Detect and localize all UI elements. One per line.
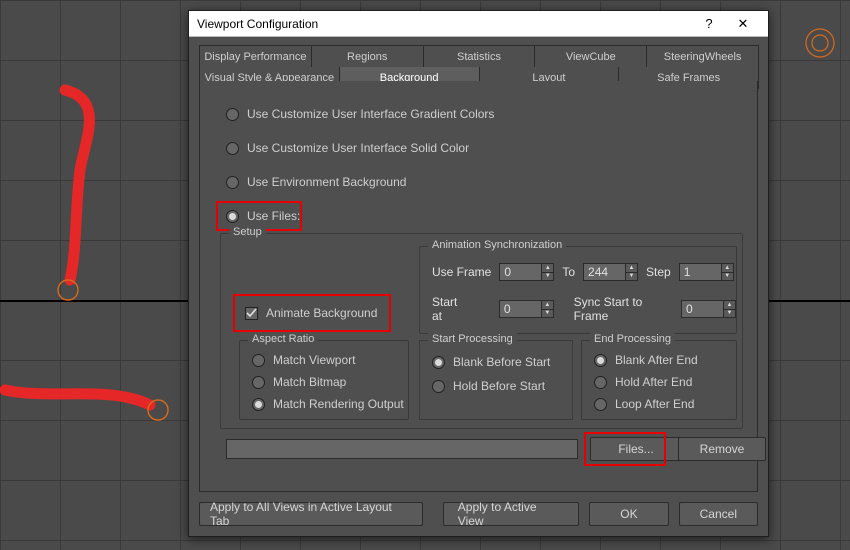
remove-button[interactable]: Remove — [678, 437, 766, 461]
spinner-step[interactable]: ▲▼ — [679, 263, 734, 281]
radio-use-gradient[interactable]: Use Customize User Interface Gradient Co… — [226, 107, 494, 122]
radio-dot — [226, 176, 239, 189]
radio-label: Use Customize User Interface Gradient Co… — [247, 107, 494, 122]
spinner-use-frame-from[interactable]: ▲▼ — [499, 263, 554, 281]
files-button[interactable]: Files... — [590, 437, 682, 461]
spinner-up[interactable]: ▲ — [723, 300, 736, 309]
tab-regions[interactable]: Regions — [311, 45, 424, 67]
spinner-input[interactable] — [583, 263, 625, 281]
radio-hold-after-end[interactable]: Hold After End — [594, 375, 692, 390]
radio-label: Use Customize User Interface Solid Color — [247, 141, 469, 156]
spinner-input[interactable] — [679, 263, 721, 281]
radio-label: Match Rendering Output — [273, 397, 404, 412]
radio-label: Use Environment Background — [247, 175, 406, 190]
label: Start at — [432, 295, 468, 323]
radio-label: Blank After End — [615, 353, 698, 368]
label: Step — [646, 265, 671, 279]
radio-label: Match Bitmap — [273, 375, 346, 390]
group-setup: Setup Animate Background Aspect Ratio Ma… — [220, 233, 743, 429]
radio-dot — [252, 398, 265, 411]
radio-label: Hold Before Start — [453, 379, 545, 394]
help-button[interactable]: ? — [692, 11, 726, 36]
radio-dot — [252, 354, 265, 367]
spinner-down[interactable]: ▼ — [541, 309, 554, 319]
radio-use-solid[interactable]: Use Customize User Interface Solid Color — [226, 141, 469, 156]
group-legend: End Processing — [590, 333, 675, 345]
spinner-up[interactable]: ▲ — [721, 263, 734, 272]
group-aspect-ratio: Aspect Ratio Match Viewport Match Bitmap… — [239, 340, 409, 420]
radio-blank-before-start[interactable]: Blank Before Start — [432, 355, 550, 370]
radio-dot — [594, 354, 607, 367]
spinner-start-at[interactable]: ▲▼ — [499, 300, 554, 318]
radio-dot — [594, 398, 607, 411]
ok-button[interactable]: OK — [589, 502, 668, 526]
close-button[interactable]: ✕ — [726, 11, 760, 36]
spinner-sync-start[interactable]: ▲▼ — [681, 300, 736, 318]
apply-all-views-button[interactable]: Apply to All Views in Active Layout Tab — [199, 502, 423, 526]
radio-match-rendering[interactable]: Match Rendering Output — [252, 397, 404, 412]
spinner-use-frame-to[interactable]: ▲▼ — [583, 263, 638, 281]
radio-label: Use Files: — [247, 209, 300, 224]
radio-loop-after-end[interactable]: Loop After End — [594, 397, 694, 412]
dialog-footer: Apply to All Views in Active Layout Tab … — [199, 500, 758, 528]
cancel-button[interactable]: Cancel — [679, 502, 758, 526]
radio-use-environment[interactable]: Use Environment Background — [226, 175, 406, 190]
row-use-frame: Use Frame ▲▼ To ▲▼ Step ▲▼ — [432, 263, 734, 281]
spinner-up[interactable]: ▲ — [541, 300, 554, 309]
row-start-at: Start at ▲▼ Sync Start to Frame ▲▼ — [432, 295, 736, 323]
label: Use Frame — [432, 265, 491, 279]
radio-label: Loop After End — [615, 397, 694, 412]
dialog-title: Viewport Configuration — [197, 17, 692, 31]
group-legend: Aspect Ratio — [248, 333, 318, 345]
tab-viewcube[interactable]: ViewCube — [534, 45, 647, 67]
radio-blank-after-end[interactable]: Blank After End — [594, 353, 698, 368]
viewport-wireframe-head — [800, 23, 840, 63]
tab-panel-background: Use Customize User Interface Gradient Co… — [199, 81, 758, 492]
tab-row-primary: Display PerformanceRegionsStatisticsView… — [199, 45, 758, 67]
spinner-down[interactable]: ▼ — [723, 309, 736, 319]
tab-steeringwheels[interactable]: SteeringWheels — [646, 45, 759, 67]
radio-dot — [432, 380, 445, 393]
dialog-titlebar[interactable]: Viewport Configuration ? ✕ — [189, 11, 768, 37]
viewport-wireframe-worm-lower — [0, 360, 190, 480]
group-legend: Animation Synchronization — [428, 239, 566, 251]
radio-dot — [594, 376, 607, 389]
label: Sync Start to Frame — [574, 295, 673, 323]
radio-label: Hold After End — [615, 375, 692, 390]
group-animation-sync: Animation Synchronization Use Frame ▲▼ T… — [419, 246, 737, 334]
apply-active-view-button[interactable]: Apply to Active View — [443, 502, 579, 526]
radio-hold-before-start[interactable]: Hold Before Start — [432, 379, 545, 394]
radio-dot — [226, 210, 239, 223]
radio-dot — [226, 108, 239, 121]
viewport-configuration-dialog: Viewport Configuration ? ✕ Display Perfo… — [188, 10, 769, 537]
checkbox-box — [245, 307, 258, 320]
spinner-down[interactable]: ▼ — [625, 272, 638, 282]
radio-dot — [432, 356, 445, 369]
radio-label: Blank Before Start — [453, 355, 550, 370]
spinner-input[interactable] — [499, 300, 541, 318]
checkbox-animate-background[interactable]: Animate Background — [245, 306, 377, 321]
radio-use-files[interactable]: Use Files: — [226, 209, 300, 224]
spinner-down[interactable]: ▼ — [541, 272, 554, 282]
tab-display-performance[interactable]: Display Performance — [199, 45, 312, 67]
group-legend: Setup — [229, 226, 266, 238]
checkbox-label: Animate Background — [266, 306, 377, 321]
tab-statistics[interactable]: Statistics — [423, 45, 536, 67]
group-legend: Start Processing — [428, 333, 517, 345]
radio-match-bitmap[interactable]: Match Bitmap — [252, 375, 346, 390]
radio-dot — [226, 142, 239, 155]
spinner-input[interactable] — [499, 263, 541, 281]
radio-dot — [252, 376, 265, 389]
file-path-input[interactable] — [226, 439, 578, 459]
radio-match-viewport[interactable]: Match Viewport — [252, 353, 355, 368]
spinner-input[interactable] — [681, 300, 723, 318]
group-start-processing: Start Processing Blank Before Start Hold… — [419, 340, 573, 420]
spinner-down[interactable]: ▼ — [721, 272, 734, 282]
spinner-up[interactable]: ▲ — [541, 263, 554, 272]
label: To — [562, 265, 575, 279]
viewport-wireframe-worm — [25, 80, 145, 310]
spinner-up[interactable]: ▲ — [625, 263, 638, 272]
group-end-processing: End Processing Blank After End Hold Afte… — [581, 340, 737, 420]
radio-label: Match Viewport — [273, 353, 355, 368]
